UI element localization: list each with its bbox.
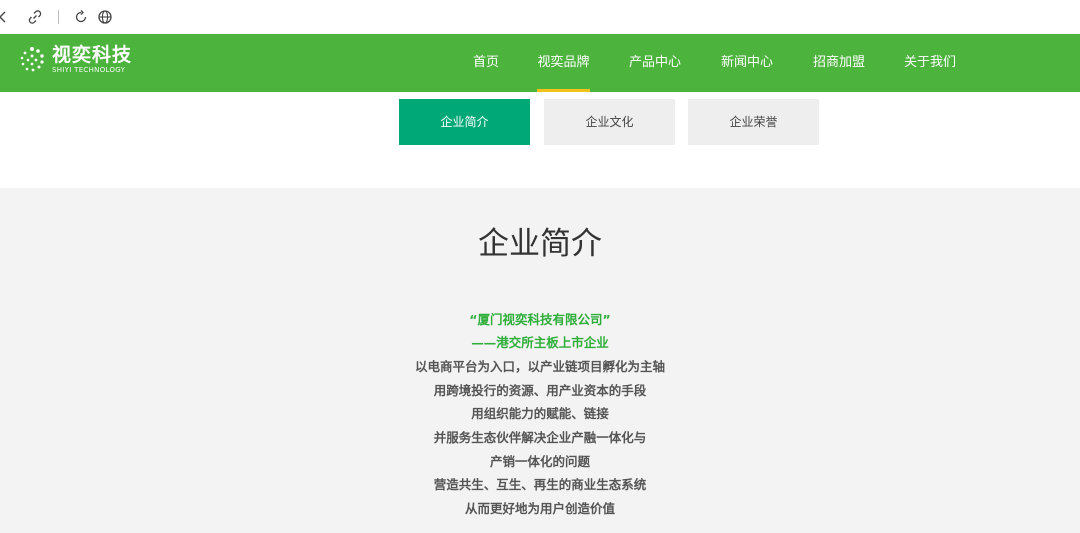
company-name-line: “厦门视奕科技有限公司” bbox=[469, 312, 611, 327]
tab-company-honors[interactable]: 企业荣誉 bbox=[688, 99, 819, 145]
body-line: 用跨境投行的资源、用产业资本的手段 bbox=[433, 383, 647, 398]
body-line: 产销一体化的问题 bbox=[489, 454, 590, 469]
tab-company-profile[interactable]: 企业简介 bbox=[399, 99, 530, 145]
body-line: 营造共生、互生、再生的商业生态系统 bbox=[433, 477, 647, 492]
site-header: 视奕科技 SHIYI TECHNOLOGY 首页 视奕品牌 产品中心 新闻中心 … bbox=[0, 34, 1080, 92]
listing-line: ——港交所主板上市企业 bbox=[471, 335, 609, 350]
link-icon[interactable] bbox=[26, 8, 44, 26]
main-nav: 首页 视奕品牌 产品中心 新闻中心 招商加盟 关于我们 bbox=[0, 34, 1080, 92]
globe-icon[interactable] bbox=[96, 8, 114, 26]
nav-products[interactable]: 产品中心 bbox=[626, 34, 684, 92]
tab-company-culture[interactable]: 企业文化 bbox=[544, 99, 675, 145]
section-title: 企业简介 bbox=[478, 226, 602, 262]
nav-brand[interactable]: 视奕品牌 bbox=[537, 34, 590, 92]
chevron-left-icon[interactable] bbox=[0, 8, 12, 26]
browser-toolbar bbox=[0, 0, 1080, 34]
body-line: 用组织能力的赋能、链接 bbox=[471, 406, 609, 421]
profile-section: 企业简介 “厦门视奕科技有限公司” ——港交所主板上市企业 以电商平台为入口，以… bbox=[0, 188, 1080, 533]
body-line: 以电商平台为入口，以产业链项目孵化为主轴 bbox=[414, 359, 665, 374]
reload-icon[interactable] bbox=[72, 8, 90, 26]
body-line: 从而更好地为用户创造价值 bbox=[464, 501, 615, 516]
nav-franchise[interactable]: 招商加盟 bbox=[810, 34, 868, 92]
nav-about[interactable]: 关于我们 bbox=[901, 34, 959, 92]
nav-news[interactable]: 新闻中心 bbox=[718, 34, 776, 92]
toolbar-divider bbox=[58, 10, 59, 24]
nav-home[interactable]: 首页 bbox=[466, 34, 506, 92]
body-line: 并服务生态伙伴解决企业产融一体化与 bbox=[433, 430, 647, 445]
